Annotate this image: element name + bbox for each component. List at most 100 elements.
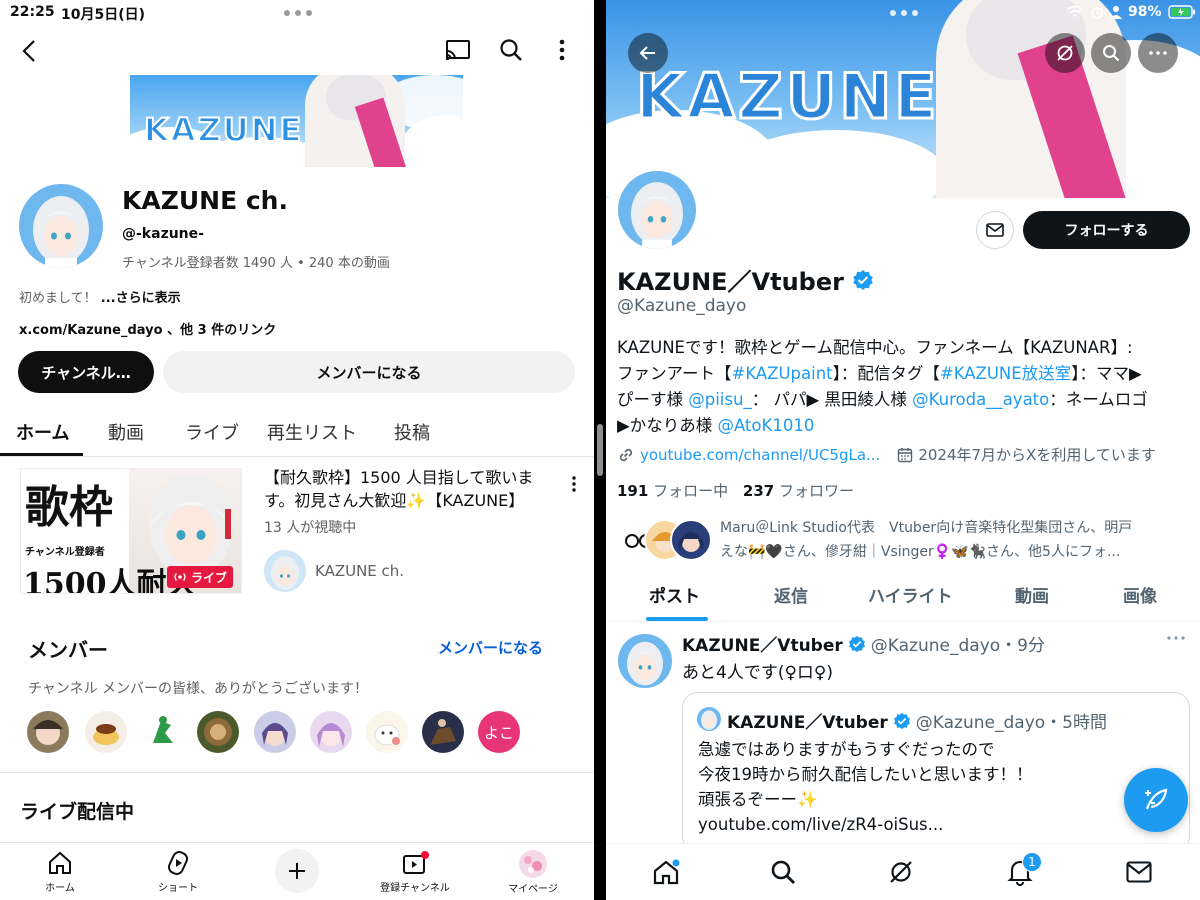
message-icon[interactable] [976,211,1014,249]
live-video-thumbnail[interactable]: 歌枠 チャンネル登録者 1500人耐久 ライブ [20,468,242,594]
back-arrow-icon[interactable] [628,33,668,73]
tab-playlists[interactable]: 再生リスト [267,419,357,445]
quoted-meta: @Kazune_dayo・5時間 [915,713,1107,733]
quoted-post[interactable]: KAZUNE／Vtuber @Kazune_dayo・5時間 急遽ではありますが… [682,692,1190,852]
alarm-icon [1091,7,1103,19]
channel-button[interactable]: チャンネル… [18,351,154,393]
member-avatar[interactable] [310,711,352,753]
more-vert-icon[interactable] [548,35,576,65]
more-horiz-icon[interactable] [1138,33,1178,73]
nav-shorts[interactable]: ショート [133,850,223,894]
member-avatar[interactable] [197,711,239,753]
post-more-icon[interactable] [1166,636,1190,650]
thumb-caption: チャンネル登録者 [25,547,105,558]
tab-videos[interactable]: 動画 [108,419,144,445]
verified-badge-icon [853,269,873,290]
post-author-name[interactable]: KAZUNE／Vtuber [682,631,843,656]
multitask-dots[interactable] [890,10,918,16]
mention-link[interactable]: @Kuroda__ayato [912,390,1049,409]
show-more-link[interactable]: ...さらに表示 [101,291,181,306]
search-icon[interactable] [1091,33,1131,73]
home-icon[interactable] [646,852,686,892]
member-avatar[interactable] [254,711,296,753]
channel-avatar[interactable] [19,184,103,268]
channel-banner[interactable]: KAZUNE [130,75,463,167]
grok-icon[interactable] [1045,33,1085,73]
channel-description[interactable]: 初めまして！ ...さらに表示 [19,287,181,306]
join-member-button[interactable]: メンバーになる [163,351,575,393]
member-avatar[interactable] [366,711,408,753]
follow-button[interactable]: フォローする [1023,211,1190,249]
search-nav-icon[interactable] [763,852,803,892]
profile-banner[interactable]: KAZUNE [606,0,1200,198]
followers-stat[interactable]: 237 フォロワー [743,482,854,500]
post-author-avatar[interactable] [618,634,672,688]
members-heading: メンバー [28,638,108,662]
video-channel-avatar[interactable] [264,550,306,592]
youtube-pane: 22:25 10月5日(日) KAZUNE KAZUNE ch. @-kazun… [0,0,594,900]
live-section-heading: ライブ配信中 [20,801,135,823]
mention-link[interactable]: @AtoK1010 [717,416,814,435]
banner-logo-text: KAZUNE [143,110,304,150]
person-icon [1110,6,1122,19]
x-pane: KAZUNE 98% フォローする KAZUNE／Vtuber @Kazune_… [606,0,1200,900]
tab-posts[interactable]: 投稿 [394,419,430,445]
profile-bio: KAZUNEです！歌枠とゲーム配信中心。ファンネーム【KAZUNAR】: ファン… [617,335,1197,439]
tab-posts[interactable]: ポスト [649,582,700,607]
channel-links[interactable]: x.com/Kazune_dayo 、他 3 件のリンク [19,319,276,338]
live-video-title[interactable]: 【耐久歌枠】1500 人目指して歌います。初見さん大歓迎✨【KAZUNE】 [264,466,554,512]
nav-create[interactable] [275,849,319,893]
calendar-icon [898,447,913,462]
video-channel-name[interactable]: KAZUNE ch. [315,562,404,580]
status-icons: 98% [1066,4,1196,20]
multitask-dots[interactable] [284,10,312,16]
compose-feather-icon [1145,788,1168,810]
messages-envelope-icon[interactable] [1119,852,1159,892]
bio-text: 】：ママ▶ [1071,364,1142,383]
video-more-icon[interactable] [562,473,586,497]
members-join-link[interactable]: メンバーになる [438,637,543,658]
wifi-icon [1066,5,1084,17]
member-avatar[interactable] [27,711,69,753]
nav-mypage[interactable]: マイページ [488,850,578,895]
status-date: 10月5日(日) [61,7,146,23]
tab-media-video[interactable]: 動画 [1015,582,1049,607]
followers-label: フォロワー [778,482,854,500]
member-avatar[interactable] [141,711,183,753]
followers-you-know-avatars[interactable] [618,519,714,561]
back-arrow-icon[interactable] [14,36,44,66]
following-count: 191 [617,482,649,500]
battery-percent: 98% [1128,4,1162,20]
tab-replies[interactable]: 返信 [774,582,808,607]
tab-media-images[interactable]: 画像 [1123,582,1157,607]
member-avatar[interactable] [422,711,464,753]
followed-by-line: えな🚧🖤さん、傪牙紺｜Vsinger♀️🦋🐈‍⬛さん、他5人にフォ... [720,544,1121,560]
website-link[interactable]: youtube.com/channel/UC5gLa... [640,446,880,464]
mention-link[interactable]: @piisu_ [688,390,751,409]
channel-name: KAZUNE ch. [122,186,288,215]
hashtag-link[interactable]: #KAZUNE放送室 [940,364,1071,383]
tab-home[interactable]: ホーム [16,419,69,445]
hashtag-link[interactable]: #KAZUpaint [732,364,833,383]
followed-by-text[interactable]: Maru＠Link Studio代表 Vtuber向け音楽特化型集団さん、明戸 … [720,516,1198,564]
grok-nav-icon[interactable] [881,852,921,892]
tab-live[interactable]: ライブ [185,419,239,445]
joined-date: 2024年7月からXを利用しています [918,446,1156,464]
split-view-handle[interactable] [597,424,603,476]
following-stat[interactable]: 191 フォロー中 [617,482,728,500]
tab-highlights[interactable]: ハイライト [868,582,953,607]
quoted-author-name: KAZUNE／Vtuber [727,713,888,733]
profile-avatar[interactable] [614,167,700,253]
live-viewers: 13 人が視聴中 [264,520,357,536]
notification-count-badge: 1 [1022,852,1042,872]
followed-by-line: Maru＠Link Studio代表 Vtuber向け音楽特化型集団さん、明戸 [720,520,1133,536]
cast-icon[interactable] [443,35,473,65]
compose-button[interactable] [1124,768,1188,832]
nav-subscriptions[interactable]: 登録チャンネル [370,850,460,894]
nav-home[interactable]: ホーム [15,850,105,894]
member-avatar[interactable] [85,711,127,753]
member-avatar-text[interactable]: よこ [478,711,520,753]
search-icon[interactable] [496,35,526,65]
bio-text: 】：配信タグ【 [832,364,940,383]
live-badge: ライブ [167,566,234,588]
